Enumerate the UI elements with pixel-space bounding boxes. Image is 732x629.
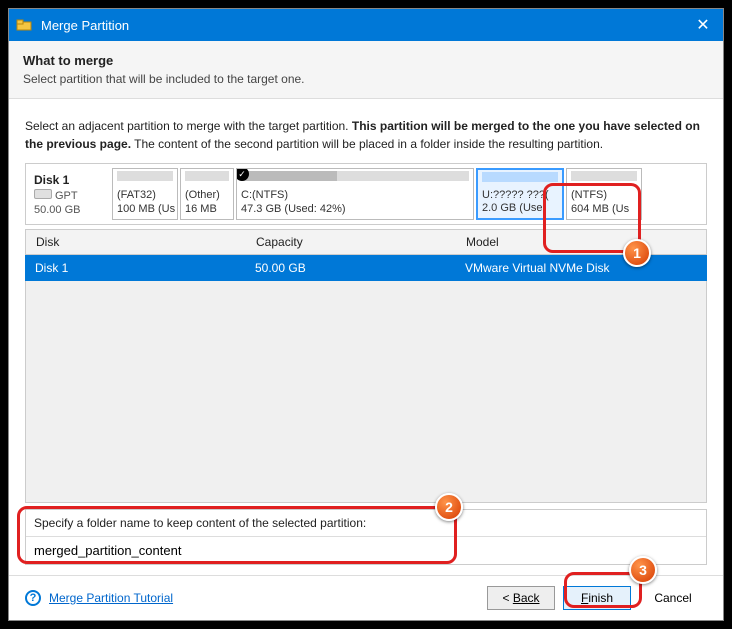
close-icon[interactable]: ✕	[689, 15, 717, 35]
instruction-text: Select an adjacent partition to merge wi…	[25, 117, 707, 153]
app-icon	[15, 16, 33, 34]
marker-2: 2	[435, 493, 463, 521]
tutorial-link[interactable]: Merge Partition Tutorial	[49, 591, 173, 605]
col-disk: Disk	[26, 235, 246, 249]
header-section: What to merge Select partition that will…	[9, 41, 723, 99]
disk-table-header: Disk Capacity Model	[25, 229, 707, 255]
disk-table-blank	[25, 281, 707, 503]
partition-size: 100 MB (Us	[117, 203, 173, 215]
cell-disk: Disk 1	[25, 261, 245, 275]
marker-3: 3	[629, 556, 657, 584]
partition-fat32[interactable]: (FAT32) 100 MB (Us	[112, 168, 178, 220]
folder-label: Specify a folder name to keep content of…	[26, 510, 706, 536]
partition-size: 2.0 GB (Use	[482, 202, 558, 214]
marker-1: 1	[623, 239, 651, 267]
partition-ntfs-recovery[interactable]: (NTFS) 604 MB (Us	[566, 168, 642, 220]
partition-label: (Other)	[185, 189, 229, 201]
disk-total-size: 50.00 GB	[34, 204, 104, 216]
partition-size: 47.3 GB (Used: 42%)	[241, 203, 469, 215]
back-label: Back	[513, 591, 540, 605]
back-button[interactable]: < Back	[487, 586, 555, 610]
finish-button[interactable]: Finish	[563, 586, 631, 610]
body: Select an adjacent partition to merge wi…	[9, 99, 723, 575]
disk-map: Disk 1 GPT 50.00 GB (FAT32) 100 MB (Us (…	[25, 163, 707, 225]
partition-u-selected[interactable]: U:????? ???( 2.0 GB (Use	[476, 168, 564, 220]
titlebar: Merge Partition ✕	[9, 9, 723, 41]
disk-info: Disk 1 GPT 50.00 GB	[26, 164, 112, 224]
partition-c-ntfs[interactable]: ✓ C:(NTFS) 47.3 GB (Used: 42%)	[236, 168, 474, 220]
col-model: Model	[456, 235, 706, 249]
folder-name-input[interactable]	[26, 536, 706, 564]
folder-section: Specify a folder name to keep content of…	[25, 509, 707, 565]
merge-partition-dialog: Merge Partition ✕ What to merge Select p…	[8, 8, 724, 621]
footer: ? Merge Partition Tutorial < Back Finish…	[9, 575, 723, 620]
partition-label: U:????? ???(	[482, 189, 558, 201]
partition-area: (FAT32) 100 MB (Us (Other) 16 MB ✓ C:(NT…	[112, 164, 706, 224]
cell-model: VMware Virtual NVMe Disk	[455, 261, 707, 275]
partition-label: C:(NTFS)	[241, 189, 469, 201]
disk-table-row[interactable]: Disk 1 50.00 GB VMware Virtual NVMe Disk	[25, 255, 707, 281]
cell-capacity: 50.00 GB	[245, 261, 455, 275]
disk-icon	[34, 189, 52, 199]
partition-size: 604 MB (Us	[571, 203, 637, 215]
instruction-post: The content of the second partition will…	[131, 137, 603, 151]
finish-label-wrap: Finish	[581, 591, 613, 605]
page-heading: What to merge	[23, 53, 709, 68]
instruction-pre: Select an adjacent partition to merge wi…	[25, 119, 352, 133]
help-icon: ?	[25, 590, 41, 606]
partition-label: (NTFS)	[571, 189, 637, 201]
disk-name: Disk 1	[34, 173, 104, 187]
finish-rest: inish	[588, 591, 613, 605]
disk-scheme: GPT	[55, 190, 78, 202]
cancel-button[interactable]: Cancel	[639, 586, 707, 610]
col-capacity: Capacity	[246, 235, 456, 249]
partition-other[interactable]: (Other) 16 MB	[180, 168, 234, 220]
page-subheading: Select partition that will be included t…	[23, 72, 709, 86]
window-title: Merge Partition	[41, 18, 681, 33]
partition-size: 16 MB	[185, 203, 229, 215]
partition-label: (FAT32)	[117, 189, 173, 201]
